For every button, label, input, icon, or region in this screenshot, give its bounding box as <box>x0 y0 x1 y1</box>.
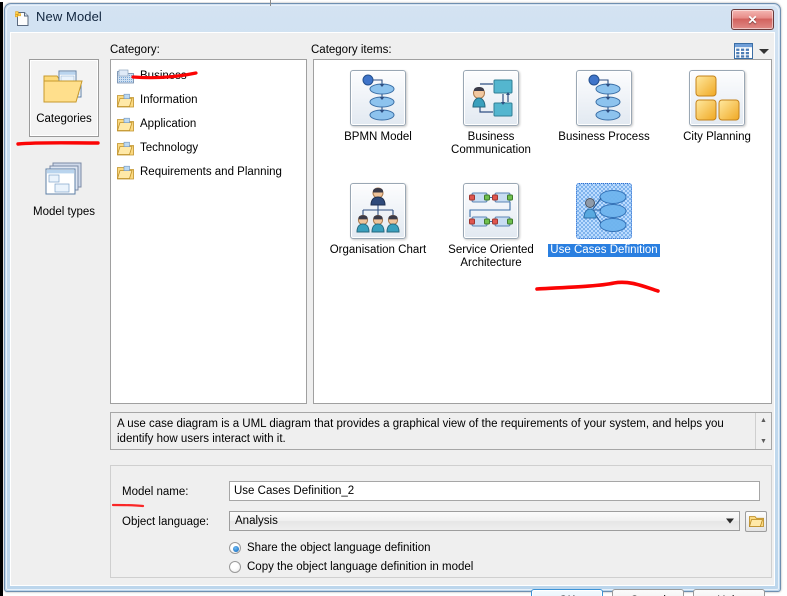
category-item-requirements-label: Requirements and Planning <box>140 166 282 178</box>
radio-copy-label: Copy the object language definition in m… <box>247 561 474 573</box>
model-name-input[interactable]: Use Cases Definition_2 <box>229 481 760 501</box>
ok-button[interactable]: OK <box>531 589 603 596</box>
description-text: A use case diagram is a UML diagram that… <box>117 418 724 445</box>
folder-icon <box>117 93 134 108</box>
new-model-dialog: New Model ✕ Category: Category items: Ca… <box>4 3 781 596</box>
category-item-technology[interactable]: Technology <box>111 136 306 160</box>
category-item-information[interactable]: Information <box>111 88 306 112</box>
category-item-tile-city-planning[interactable]: City Planning <box>661 70 773 144</box>
model-name-value: Use Cases Definition_2 <box>234 485 355 497</box>
category-item-tile-business-process[interactable]: Business Process <box>548 70 660 144</box>
folder-icon <box>117 141 134 156</box>
description-scrollbar[interactable]: ▲ ▼ <box>755 413 771 449</box>
category-item-tile-bpmn-model[interactable]: BPMN Model <box>322 70 434 144</box>
close-icon: ✕ <box>747 12 758 27</box>
category-list-panel[interactable]: Business Information Application Technol… <box>110 59 307 404</box>
folder-icon <box>117 165 134 180</box>
new-document-icon <box>15 11 30 27</box>
org-chart-icon <box>350 183 406 239</box>
sidebar-item-model-types[interactable]: Model types <box>29 153 99 231</box>
details-view-icon <box>734 43 753 59</box>
category-item-tile-use-cases-definition[interactable]: Use Cases Definition <box>548 183 660 257</box>
browse-object-language-button[interactable] <box>745 511 767 532</box>
scroll-down-icon[interactable]: ▼ <box>756 434 771 449</box>
parent-window-top <box>0 0 272 2</box>
window-title: New Model <box>36 9 102 24</box>
tile-label: City Planning <box>683 131 751 143</box>
title-bar: New Model ✕ <box>5 4 780 32</box>
category-label: Category: <box>110 44 160 56</box>
category-item-business[interactable]: Business <box>111 64 306 88</box>
category-item-requirements-and-planning[interactable]: Requirements and Planning <box>111 160 306 184</box>
category-item-tile-business-communication[interactable]: Business Communication <box>435 70 547 157</box>
parent-window-divider <box>270 0 271 6</box>
category-item-information-label: Information <box>140 94 198 106</box>
tile-label: Business Communication <box>451 131 531 156</box>
radio-indicator <box>229 542 241 554</box>
screenshot-root: New Model ✕ Category: Category items: Ca… <box>0 0 787 596</box>
object-language-select[interactable]: Analysis <box>229 511 740 531</box>
object-language-value: Analysis <box>235 515 278 527</box>
category-item-application[interactable]: Application <box>111 112 306 136</box>
folder-icon <box>117 117 134 132</box>
business-process-icon <box>576 70 632 126</box>
city-planning-icon <box>689 70 745 126</box>
chevron-down-icon <box>726 518 734 524</box>
category-item-technology-label: Technology <box>140 142 199 154</box>
folder-window-icon <box>42 68 86 108</box>
tile-label: Business Process <box>558 131 650 143</box>
category-item-tile-soa[interactable]: Service Oriented Architecture <box>435 183 547 270</box>
help-button[interactable]: Help <box>693 589 765 596</box>
cancel-button[interactable]: Cancel <box>612 589 684 596</box>
tile-label-selected: Use Cases Definition <box>548 244 660 257</box>
view-mode-toggle[interactable] <box>734 43 769 59</box>
object-language-label: Object language: <box>122 516 209 528</box>
folder-browse-icon <box>748 515 764 528</box>
stacked-windows-icon <box>42 161 86 201</box>
category-item-tile-organisation-chart[interactable]: Organisation Chart <box>322 183 434 257</box>
folder-open-selected-icon <box>117 69 134 84</box>
tile-label: Organisation Chart <box>329 244 427 256</box>
sidebar-item-model-types-label: Model types <box>32 206 95 218</box>
business-communication-icon <box>463 70 519 126</box>
category-items-grid: BPMN Model Business Communication Busine… <box>314 60 771 403</box>
tile-label: Service Oriented Architecture <box>448 244 534 269</box>
close-button[interactable]: ✕ <box>731 9 774 30</box>
parent-window-edge <box>0 0 3 596</box>
category-item-application-label: Application <box>140 118 197 130</box>
category-item-business-label: Business <box>140 70 187 82</box>
radio-copy-object-language[interactable]: Copy the object language definition in m… <box>229 561 473 573</box>
category-items-panel[interactable]: BPMN Model Business Communication Busine… <box>313 59 772 404</box>
model-name-label: Model name: <box>122 486 189 498</box>
bpmn-flow-icon <box>350 70 406 126</box>
chevron-down-icon <box>759 48 769 54</box>
use-case-icon <box>576 183 632 239</box>
soa-icon <box>463 183 519 239</box>
category-items-label: Category items: <box>311 44 392 56</box>
radio-share-label: Share the object language definition <box>247 542 431 554</box>
sidebar-item-categories[interactable]: Categories <box>29 59 99 137</box>
radio-share-object-language[interactable]: Share the object language definition <box>229 542 431 554</box>
tile-label: BPMN Model <box>344 131 412 143</box>
dialog-client-area: Category: Category items: Categories Mod… <box>10 32 775 596</box>
description-box: A use case diagram is a UML diagram that… <box>110 412 772 450</box>
radio-indicator <box>229 561 241 573</box>
scroll-up-icon[interactable]: ▲ <box>756 413 771 428</box>
sidebar-item-categories-label: Categories <box>36 113 92 125</box>
